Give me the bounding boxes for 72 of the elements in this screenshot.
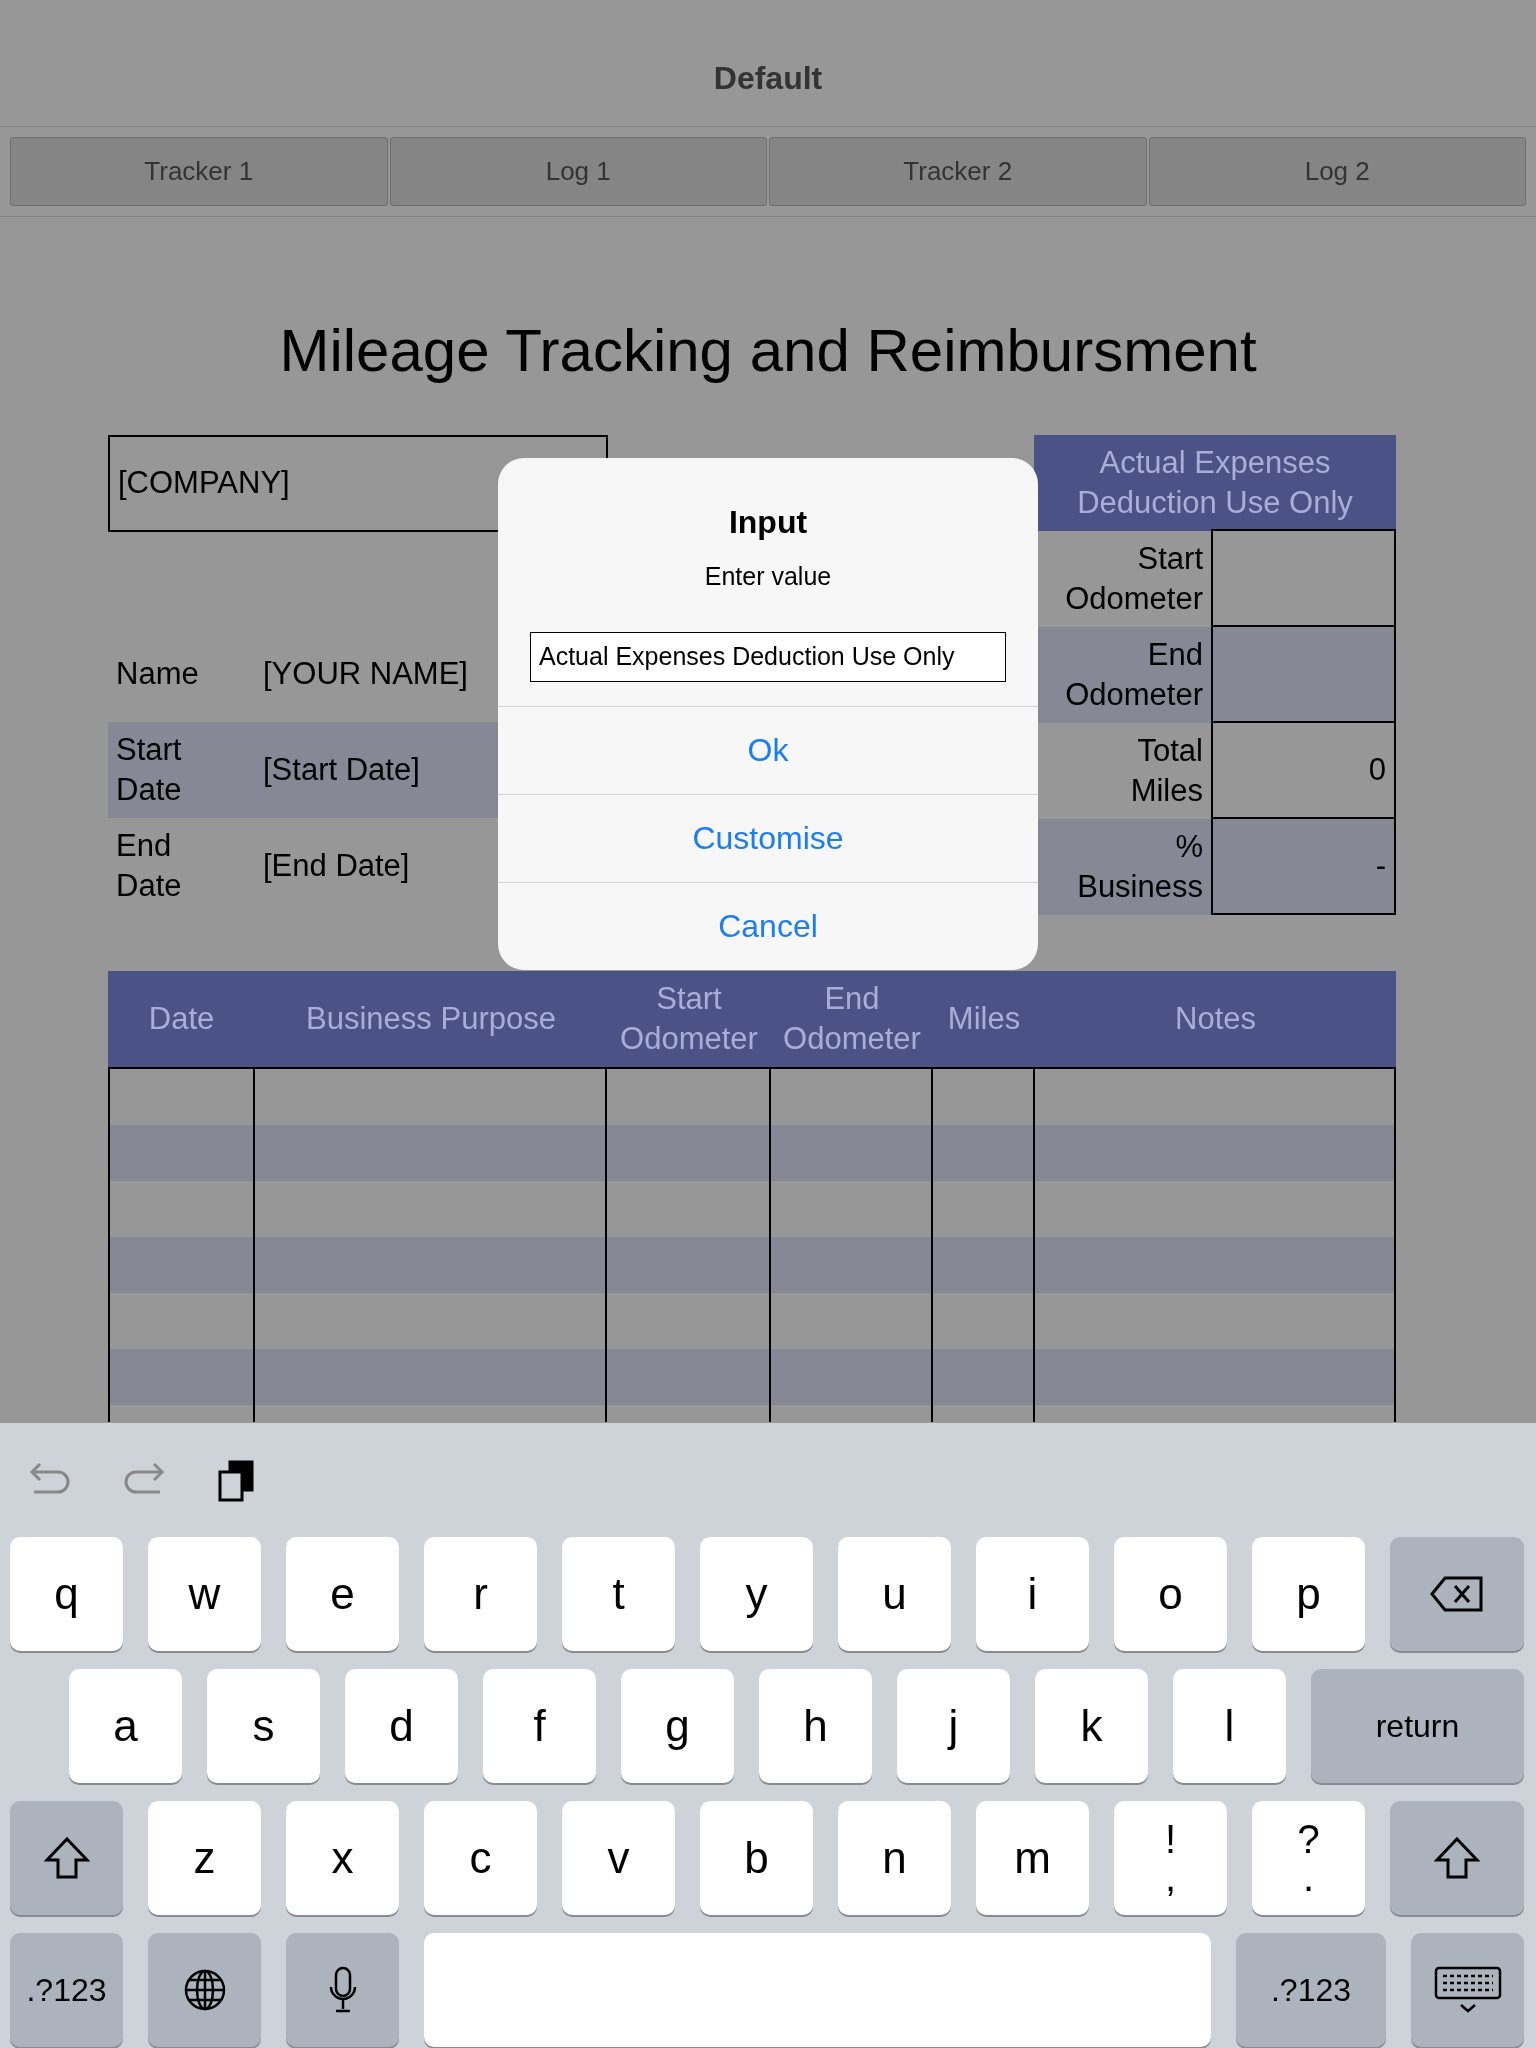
field-label: Total Miles [1129, 732, 1204, 810]
field-label: Start Date [116, 731, 183, 809]
column-header: End Odometer [782, 980, 922, 1058]
key[interactable]: a [69, 1669, 182, 1783]
globe-icon [182, 1968, 227, 2012]
field-value: [YOUR NAME] [263, 654, 468, 693]
key[interactable]: d [345, 1669, 458, 1783]
page-heading: Mileage Tracking and Reimbursment [279, 321, 1257, 381]
hide-keyboard-key[interactable] [1411, 1933, 1524, 2047]
shift-key[interactable] [10, 1801, 123, 1915]
key[interactable]: f [483, 1669, 596, 1783]
dialog-button[interactable]: Customise [498, 793, 1038, 882]
microphone-icon [327, 1965, 358, 2015]
shift-icon [1434, 1836, 1480, 1880]
key[interactable]: u [838, 1537, 951, 1651]
key[interactable]: ? . [1252, 1801, 1365, 1915]
key[interactable]: x [286, 1801, 399, 1915]
column-header: Start Odometer [619, 980, 759, 1058]
field-label: Name [116, 655, 200, 693]
key[interactable]: j [897, 1669, 1010, 1783]
key[interactable]: w [148, 1537, 261, 1651]
panel-header: Actual Expenses Deduction Use Only [1034, 435, 1396, 531]
key[interactable]: n [838, 1801, 951, 1915]
shift-key[interactable] [1390, 1801, 1524, 1915]
key[interactable]: c [424, 1801, 537, 1915]
table-cell[interactable] [108, 1349, 255, 1405]
return-key[interactable]: return [1311, 1669, 1524, 1783]
shift-icon [43, 1836, 90, 1880]
key[interactable]: z [148, 1801, 261, 1915]
key[interactable]: l [1173, 1669, 1286, 1783]
key[interactable]: r [424, 1537, 537, 1651]
globe-key[interactable] [148, 1933, 261, 2047]
numbers-key[interactable]: .?123 [10, 1933, 123, 2047]
keyboard-hide-icon [1432, 1965, 1503, 2015]
value-cell: - [1211, 817, 1396, 915]
column-header: Date [147, 1000, 216, 1038]
key[interactable]: k [1035, 1669, 1148, 1783]
key[interactable]: v [562, 1801, 675, 1915]
key[interactable]: g [621, 1669, 734, 1783]
field-value: [End Date] [263, 846, 410, 885]
key[interactable]: t [562, 1537, 675, 1651]
key[interactable]: ! , [1114, 1801, 1227, 1915]
table-cell[interactable] [108, 1237, 255, 1293]
key[interactable]: b [700, 1801, 813, 1915]
column-header: Notes [1174, 1000, 1257, 1038]
key[interactable]: s [207, 1669, 320, 1783]
column-header: Business Purpose [305, 1000, 557, 1038]
key[interactable]: i [976, 1537, 1089, 1651]
backspace-key[interactable] [1390, 1537, 1524, 1651]
key[interactable]: h [759, 1669, 872, 1783]
key[interactable]: o [1114, 1537, 1227, 1651]
key[interactable]: q [10, 1537, 123, 1651]
key[interactable]: p [1252, 1537, 1365, 1651]
text-input[interactable]: Actual Expenses Deduction Use Only [530, 631, 1006, 682]
dialog-button[interactable]: Cancel [498, 881, 1038, 970]
nav-title: Default [713, 59, 823, 98]
dialog-button[interactable]: Ok [498, 705, 1038, 794]
key[interactable]: e [286, 1537, 399, 1651]
numbers-key[interactable]: .?123 [1236, 1933, 1386, 2047]
dialog-message: Enter value [704, 561, 832, 592]
dialog-title: Input [728, 503, 808, 542]
column-header: Miles [946, 1000, 1022, 1038]
microphone-key[interactable] [286, 1933, 399, 2047]
field-value: [Start Date] [263, 750, 420, 789]
table-cell[interactable] [108, 1125, 255, 1181]
backspace-icon [1429, 1575, 1485, 1613]
space-bar[interactable] [424, 1933, 1211, 2047]
field-label: End Date [116, 827, 183, 905]
field-label: Start Odometer [1064, 540, 1204, 618]
key[interactable]: y [700, 1537, 813, 1651]
paste-icon[interactable] [216, 1458, 256, 1502]
key[interactable]: m [976, 1801, 1089, 1915]
